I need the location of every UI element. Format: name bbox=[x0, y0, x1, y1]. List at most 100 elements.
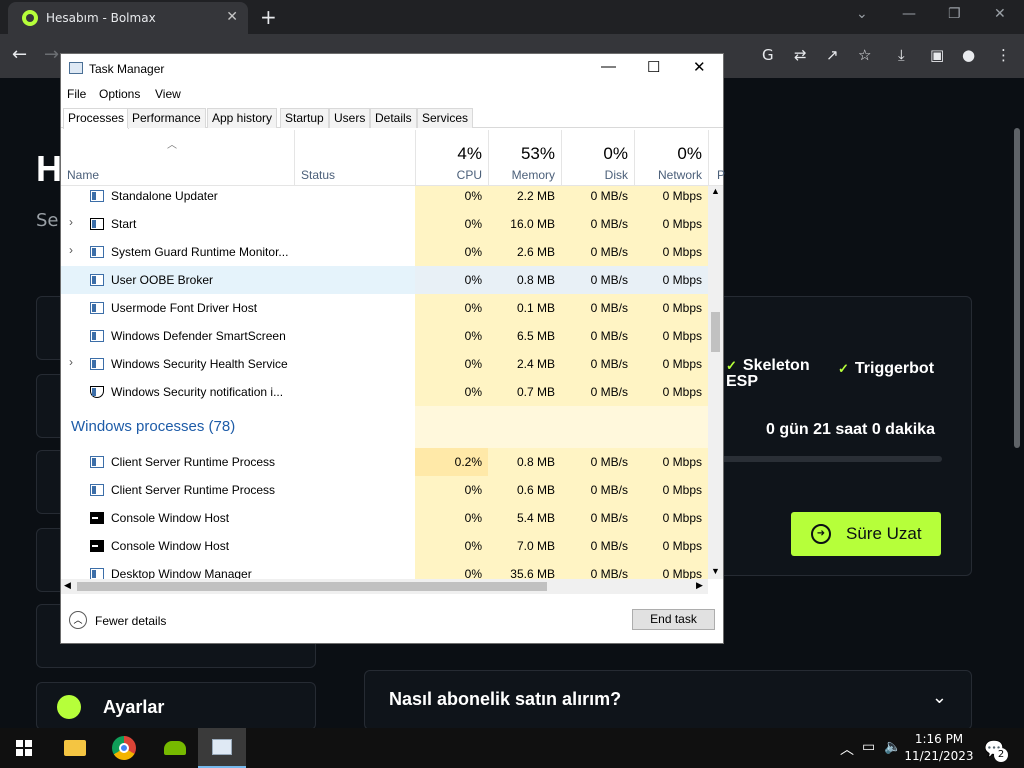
tab-details[interactable]: Details bbox=[370, 108, 417, 128]
group-title: Windows processes (78) bbox=[71, 418, 236, 435]
process-disk-cell: 0 MB/s bbox=[561, 350, 634, 378]
tab-app-history[interactable]: App history bbox=[207, 108, 278, 128]
task-manager-titlebar[interactable]: Task Manager — ☐ ✕ bbox=[61, 54, 723, 84]
process-net-cell: 0 Mbps bbox=[634, 448, 708, 476]
volume-muted-icon[interactable]: 🔈 bbox=[884, 739, 901, 755]
chevron-down-icon: ⌄ bbox=[931, 687, 947, 708]
tm-minimize-button[interactable]: — bbox=[601, 58, 616, 75]
table-row[interactable]: Console Window Host 0% 7.0 MB 0 MB/s 0 Mbps bbox=[61, 532, 708, 560]
check-icon: ✓ bbox=[726, 358, 737, 373]
table-row[interactable]: Console Window Host 0% 5.4 MB 0 MB/s 0 Mbps bbox=[61, 504, 708, 532]
tab-close-icon[interactable]: ✕ bbox=[226, 9, 238, 25]
col-disk[interactable]: 0% Disk bbox=[561, 130, 634, 186]
process-name: User OOBE Broker bbox=[111, 273, 214, 287]
forward-button[interactable]: → bbox=[44, 44, 59, 65]
start-process-icon bbox=[90, 218, 104, 230]
system-clock[interactable]: 1:16 PM 11/21/2023 bbox=[902, 731, 976, 765]
scroll-up-icon[interactable]: ▲ bbox=[711, 186, 720, 196]
extend-subscription-button[interactable]: ➜ Süre Uzat bbox=[791, 512, 941, 556]
vertical-scrollbar[interactable]: ▲ ▼ bbox=[708, 186, 723, 579]
table-row[interactable]: Windows Security notification i... 0% 0.7 … bbox=[61, 378, 708, 406]
table-row[interactable]: Windows Defender SmartScreen 0% 6.5 MB 0 MB… bbox=[61, 322, 708, 350]
table-row[interactable]: › System Guard Runtime Monitor... 0% 2.6 MB… bbox=[61, 238, 708, 266]
close-window-button[interactable]: ✕ bbox=[994, 6, 1006, 22]
side-panel-icon[interactable]: ▣ bbox=[930, 46, 944, 64]
table-row[interactable]: Client Server Runtime Process 0% 0.6 MB 0 M… bbox=[61, 476, 708, 504]
expand-chevron-icon[interactable]: › bbox=[69, 215, 73, 229]
vscroll-thumb[interactable] bbox=[711, 312, 720, 352]
col-name[interactable]: Name bbox=[67, 168, 99, 182]
menu-options[interactable]: Options bbox=[99, 87, 140, 101]
profile-icon[interactable]: ● bbox=[962, 46, 975, 64]
show-hidden-icons-chevron-icon[interactable]: ︿ bbox=[840, 739, 854, 759]
table-row[interactable]: › Start 0% 16.0 MB 0 MB/s 0 Mbps bbox=[61, 210, 708, 238]
col-cpu[interactable]: 4% CPU bbox=[415, 130, 488, 186]
menu-kebab-icon[interactable]: ⋮ bbox=[996, 46, 1011, 64]
new-tab-button[interactable]: + bbox=[260, 5, 277, 29]
process-net-cell: 0 Mbps bbox=[634, 378, 708, 406]
col-status[interactable]: Status bbox=[294, 130, 415, 186]
chrome-button[interactable] bbox=[100, 728, 148, 768]
fewer-details-label: Fewer details bbox=[95, 614, 167, 628]
horizontal-scrollbar[interactable]: ◀ ▶ bbox=[61, 579, 708, 594]
table-row[interactable]: › Windows Security Health Service 0% 2.4 MB… bbox=[61, 350, 708, 378]
group-heat-fill bbox=[415, 406, 708, 448]
table-row[interactable]: Usermode Font Driver Host 0% 0.1 MB 0 MB/s 0… bbox=[61, 294, 708, 322]
table-row[interactable]: User OOBE Broker 0% 0.8 MB 0 MB/s 0 Mbps bbox=[61, 266, 708, 294]
file-explorer-button[interactable] bbox=[50, 728, 98, 768]
process-cpu-cell: 0% bbox=[415, 322, 488, 350]
expand-chevron-icon[interactable]: › bbox=[69, 355, 73, 369]
translate-icon[interactable]: ⇄ bbox=[794, 46, 807, 64]
time-remaining: 0 gün 21 saat 0 dakika bbox=[766, 421, 935, 438]
browser-tab[interactable]: Hesabım - Bolmax ✕ bbox=[8, 2, 248, 34]
col-memory[interactable]: 53% Memory bbox=[488, 130, 561, 186]
tab-processes[interactable]: Processes bbox=[63, 108, 130, 129]
restore-button[interactable]: ❐ bbox=[948, 6, 961, 22]
tm-maximize-button[interactable]: ☐ bbox=[647, 58, 660, 76]
tab-users[interactable]: Users bbox=[329, 108, 371, 128]
scroll-down-icon[interactable]: ▼ bbox=[711, 566, 720, 576]
tab-search-icon[interactable]: ⌄ bbox=[856, 6, 868, 22]
faq-question: Nasıl abonelik satın alırım? bbox=[389, 689, 622, 709]
tab-startup[interactable]: Startup bbox=[280, 108, 329, 128]
table-row[interactable]: Standalone Updater 0% 2.2 MB 0 MB/s 0 Mbps bbox=[61, 186, 708, 210]
start-button[interactable] bbox=[0, 728, 48, 768]
bookmark-star-icon[interactable]: ☆ bbox=[858, 46, 871, 64]
tm-close-button[interactable]: ✕ bbox=[693, 58, 706, 76]
col-network[interactable]: 0% Network bbox=[634, 130, 708, 186]
task-manager-icon bbox=[69, 62, 83, 74]
process-name: Usermode Font Driver Host bbox=[111, 301, 258, 315]
scroll-right-icon[interactable]: ▶ bbox=[696, 580, 703, 591]
expand-chevron-icon[interactable]: › bbox=[69, 243, 73, 257]
scroll-left-icon[interactable]: ◀ bbox=[64, 580, 71, 591]
menu-file[interactable]: File bbox=[67, 87, 86, 101]
nvidia-app-button[interactable] bbox=[150, 728, 198, 768]
table-row[interactable]: Desktop Window Manager 0% 35.6 MB 0 MB/s 0 M… bbox=[61, 560, 708, 579]
menu-view[interactable]: View bbox=[155, 87, 181, 101]
process-mem-cell: 0.8 MB bbox=[488, 448, 561, 476]
download-icon[interactable]: ⤓ bbox=[898, 46, 905, 64]
process-cpu-cell: 0% bbox=[415, 532, 488, 560]
network-icon[interactable]: ▭ bbox=[862, 739, 875, 755]
hscroll-thumb[interactable] bbox=[77, 582, 547, 591]
end-task-button[interactable]: End task bbox=[632, 609, 715, 630]
notification-count-badge: 2 bbox=[994, 748, 1008, 762]
tab-services[interactable]: Services bbox=[417, 108, 474, 128]
app-process-icon bbox=[90, 246, 104, 258]
table-row[interactable]: Client Server Runtime Process 0.2% 0.8 MB 0… bbox=[61, 448, 708, 476]
process-disk-cell: 0 MB/s bbox=[561, 186, 634, 210]
task-manager-taskbar-button[interactable] bbox=[198, 728, 246, 768]
google-icon[interactable]: G bbox=[762, 46, 774, 64]
minimize-button[interactable]: — bbox=[902, 6, 916, 22]
process-disk-cell: 0 MB/s bbox=[561, 210, 634, 238]
process-group-header[interactable]: Windows processes (78) bbox=[61, 406, 708, 448]
page-scrollbar[interactable] bbox=[1014, 128, 1020, 448]
tab-performance[interactable]: Performance bbox=[127, 108, 206, 128]
shield-process-icon bbox=[90, 386, 104, 398]
settings-card[interactable]: Ayarlar bbox=[36, 682, 316, 730]
back-button[interactable]: ← bbox=[12, 44, 27, 65]
share-icon[interactable]: ↗ bbox=[826, 46, 839, 64]
col-power[interactable]: P bbox=[708, 130, 725, 186]
process-mem-cell: 0.6 MB bbox=[488, 476, 561, 504]
faq-item[interactable]: Nasıl abonelik satın alırım? ⌄ bbox=[364, 670, 972, 730]
